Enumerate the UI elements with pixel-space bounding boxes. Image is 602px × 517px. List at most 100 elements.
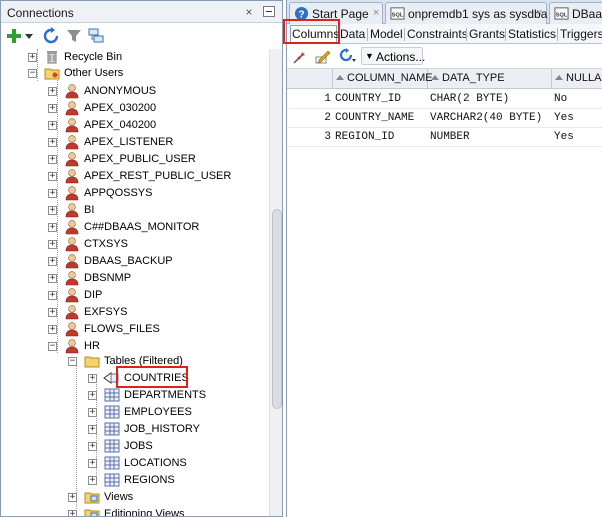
refresh-icon[interactable] [42,27,60,45]
cell-column-name[interactable]: COUNTRY_ID [335,93,401,105]
tree-item-user[interactable]: + FLOWS_FILES [1,321,269,338]
expand-toggle[interactable]: + [48,104,57,113]
cell-nullable[interactable]: Yes [554,131,574,143]
expand-toggle[interactable]: + [48,308,57,317]
tree-item-table[interactable]: + COUNTRIES [1,370,269,387]
expand-toggle[interactable]: + [88,391,97,400]
pin-icon[interactable] [293,48,309,64]
expand-toggle[interactable]: + [48,138,57,147]
tab-dbaas[interactable]: SQL DBaa [549,2,602,24]
cell-nullable[interactable]: No [554,93,567,105]
schema-browser-icon[interactable] [87,27,105,45]
tree-item-views[interactable]: + Views [1,489,269,506]
tab-data[interactable]: Data [340,27,365,41]
add-connection-icon[interactable] [5,27,23,45]
expand-toggle[interactable]: + [48,172,57,181]
tree-item-table[interactable]: + REGIONS [1,472,269,489]
tree-item-table[interactable]: + JOBS [1,438,269,455]
tree-item-user[interactable]: + APEX_030200 [1,100,269,117]
tree-item-other-users[interactable]: − Other Users [1,65,269,82]
edit-pencil-icon[interactable] [315,48,331,64]
vertical-scrollbar[interactable] [269,49,282,516]
collapse-toggle[interactable]: − [48,342,57,351]
scrollbar-thumb[interactable] [272,209,282,409]
expand-toggle[interactable]: + [48,121,57,130]
tab-statistics[interactable]: Statistics [508,27,556,41]
expand-toggle[interactable]: + [88,425,97,434]
column-header-column-name[interactable]: COLUMN_NAME [333,69,433,89]
tree-item-table[interactable]: + EMPLOYEES [1,404,269,421]
tree-item-editioning-views[interactable]: + Editioning Views [1,506,269,516]
refresh-dropdown-icon[interactable] [339,48,357,64]
tree-item-tables-filtered[interactable]: − Tables (Filtered) [1,353,269,370]
tree-item-user[interactable]: + APPQOSSYS [1,185,269,202]
expand-toggle[interactable]: + [48,240,57,249]
tree-item-user[interactable]: + EXFSYS [1,304,269,321]
tab-onpremdb1[interactable]: SQL onpremdb1 sys as sysdba × [385,2,547,24]
column-header-data-type[interactable]: DATA_TYPE [428,69,552,89]
tree-item-user[interactable]: − HR [1,338,269,355]
cell-nullable[interactable]: Yes [554,112,574,124]
tab-grants[interactable]: Grants [469,27,505,41]
expand-toggle[interactable]: + [48,155,57,164]
close-panel-icon[interactable]: × [242,5,256,19]
expand-toggle[interactable]: + [68,493,77,502]
actions-button[interactable]: ▼ Actions... [361,47,425,65]
expand-toggle[interactable]: + [88,408,97,417]
expand-toggle[interactable]: + [48,87,57,96]
tree-item-user[interactable]: + DBSNMP [1,270,269,287]
tree-item-table[interactable]: + JOB_HISTORY [1,421,269,438]
table-row[interactable]: 1 COUNTRY_ID CHAR(2 BYTE) No [287,90,602,109]
expand-toggle[interactable]: + [48,189,57,198]
chevron-down-icon[interactable] [24,27,34,45]
close-tab-icon[interactable]: × [536,7,542,19]
expand-toggle[interactable]: + [48,257,57,266]
collapse-toggle[interactable]: − [28,69,37,78]
tree-item-table[interactable]: + LOCATIONS [1,455,269,472]
cell-column-name[interactable]: REGION_ID [335,131,394,143]
tree-item-user[interactable]: + APEX_040200 [1,117,269,134]
tree-item-table[interactable]: + DEPARTMENTS [1,387,269,404]
tree-item-user[interactable]: + CTXSYS [1,236,269,253]
object-tabs: Columns Data Model Constraints Grants St… [287,24,602,44]
expand-toggle[interactable]: + [88,459,97,468]
tree-label: JOBS [124,440,153,452]
cell-column-name[interactable]: COUNTRY_NAME [335,112,414,124]
tab-constraints[interactable]: Constraints [407,27,468,41]
table-icon [104,422,120,436]
cell-data-type[interactable]: NUMBER [430,131,470,143]
expand-toggle[interactable]: + [48,325,57,334]
expand-toggle[interactable]: + [88,442,97,451]
tree-item-user[interactable]: + C##DBAAS_MONITOR [1,219,269,236]
tab-columns-label[interactable]: Columns [292,27,339,41]
expand-toggle[interactable]: + [48,206,57,215]
filter-icon[interactable] [65,27,83,45]
column-header-nullable[interactable]: NULLAB [552,69,602,89]
minimize-panel-icon[interactable] [263,6,275,17]
tree-item-user[interactable]: + APEX_LISTENER [1,134,269,151]
expand-toggle[interactable]: + [48,274,57,283]
tree-item-user[interactable]: + APEX_REST_PUBLIC_USER [1,168,269,185]
expand-toggle[interactable]: + [48,291,57,300]
cell-data-type[interactable]: CHAR(2 BYTE) [430,93,509,105]
collapse-toggle[interactable]: − [68,357,77,366]
expand-toggle[interactable]: + [28,53,37,62]
close-tab-icon[interactable]: × [373,7,379,19]
expand-toggle[interactable]: + [88,476,97,485]
expand-toggle[interactable]: + [68,510,77,516]
cell-data-type[interactable]: VARCHAR2(40 BYTE) [430,112,542,124]
tree-item-user[interactable]: + DBAAS_BACKUP [1,253,269,270]
expand-toggle[interactable]: + [48,223,57,232]
tree-item-user[interactable]: + ANONYMOUS [1,83,269,100]
tree-item-user[interactable]: + APEX_PUBLIC_USER [1,151,269,168]
expand-toggle[interactable]: + [88,374,97,383]
svg-text:?: ? [298,9,304,20]
tab-start-page[interactable]: ? Start Page × [289,2,383,24]
tree-item-user[interactable]: + BI [1,202,269,219]
table-row[interactable]: 2 COUNTRY_NAME VARCHAR2(40 BYTE) Yes [287,109,602,128]
tree-item-user[interactable]: + DIP [1,287,269,304]
tab-triggers[interactable]: Triggers [560,27,602,41]
table-row[interactable]: 3 REGION_ID NUMBER Yes [287,128,602,147]
tab-model[interactable]: Model [370,27,403,41]
tree-item-recycle-bin[interactable]: + Recycle Bin [1,49,269,66]
